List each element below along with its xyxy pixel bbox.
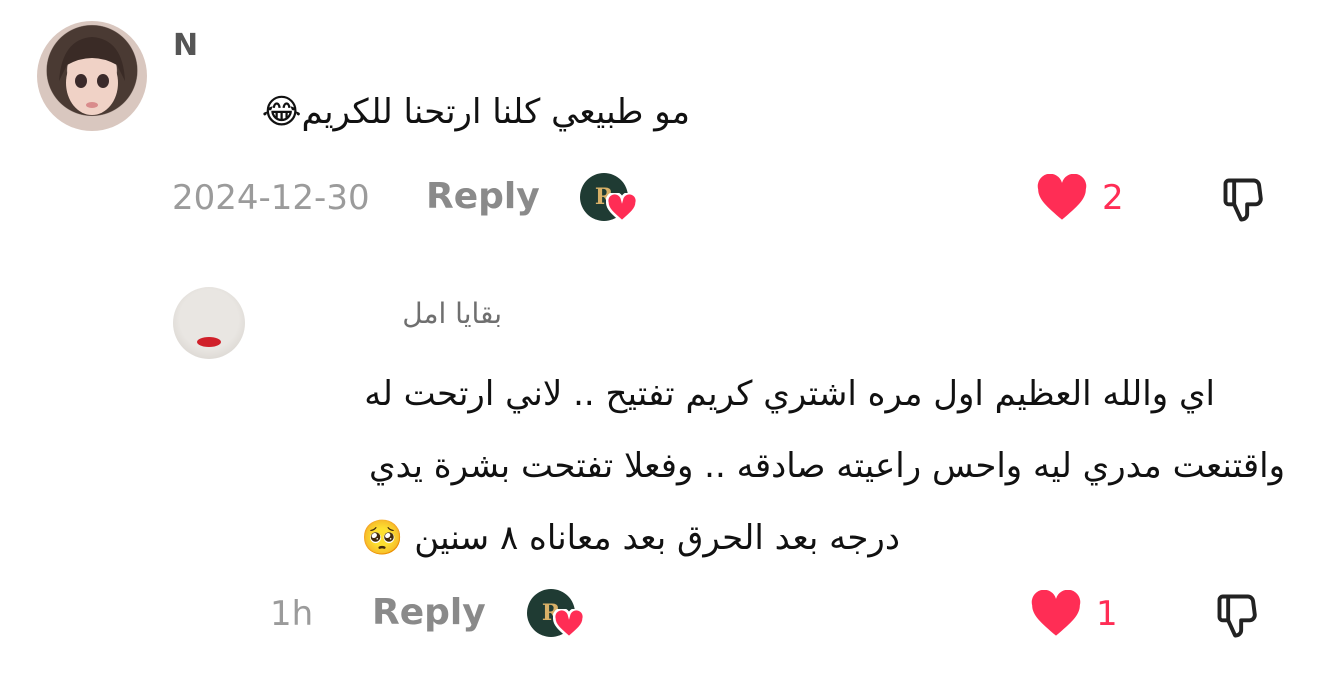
thumbs-down-icon bbox=[1217, 594, 1257, 638]
dislike-button[interactable] bbox=[1212, 590, 1266, 646]
username[interactable]: بقايا امل bbox=[372, 297, 502, 330]
avatar-user-baqaya[interactable] bbox=[173, 287, 245, 359]
creator-liked-badge: R bbox=[527, 589, 587, 644]
comment-line: اي والله العظيم اول مره اشتري كريم تفتيح… bbox=[364, 374, 1215, 414]
heart-icon bbox=[606, 193, 638, 223]
dislike-button[interactable] bbox=[1218, 174, 1272, 230]
heart-icon bbox=[553, 609, 585, 639]
comment-line: واقتنعت مدري ليه واحس راعيته صادقه .. وف… bbox=[369, 446, 1285, 486]
username[interactable]: N bbox=[173, 28, 198, 63]
timestamp: 1h bbox=[270, 594, 314, 634]
comment-text: اي والله العظيم اول مره اشتري كريم تفتيح… bbox=[265, 358, 1285, 574]
creator-liked-badge: R bbox=[580, 173, 640, 228]
heart-icon bbox=[1037, 174, 1087, 220]
comment-line: مو طبيعي كلنا ارتحنا للكريم😂 bbox=[261, 92, 690, 132]
thumbs-down-icon bbox=[1223, 178, 1263, 222]
comment-line: درجه بعد الحرق بعد معاناه ٨ سنين 🥺 bbox=[361, 518, 900, 558]
heart-icon bbox=[1031, 590, 1081, 636]
timestamp: 2024-12-30 bbox=[172, 178, 370, 218]
like-button[interactable]: 1 bbox=[1030, 590, 1125, 640]
reply-button[interactable]: Reply bbox=[372, 592, 486, 633]
reply-button[interactable]: Reply bbox=[426, 176, 540, 217]
like-count: 1 bbox=[1096, 594, 1118, 634]
avatar-user-n[interactable] bbox=[37, 21, 147, 131]
like-button[interactable]: 2 bbox=[1036, 174, 1131, 224]
like-count: 2 bbox=[1102, 178, 1124, 218]
comment-text: مو طبيعي كلنا ارتحنا للكريم😂 bbox=[170, 92, 690, 132]
